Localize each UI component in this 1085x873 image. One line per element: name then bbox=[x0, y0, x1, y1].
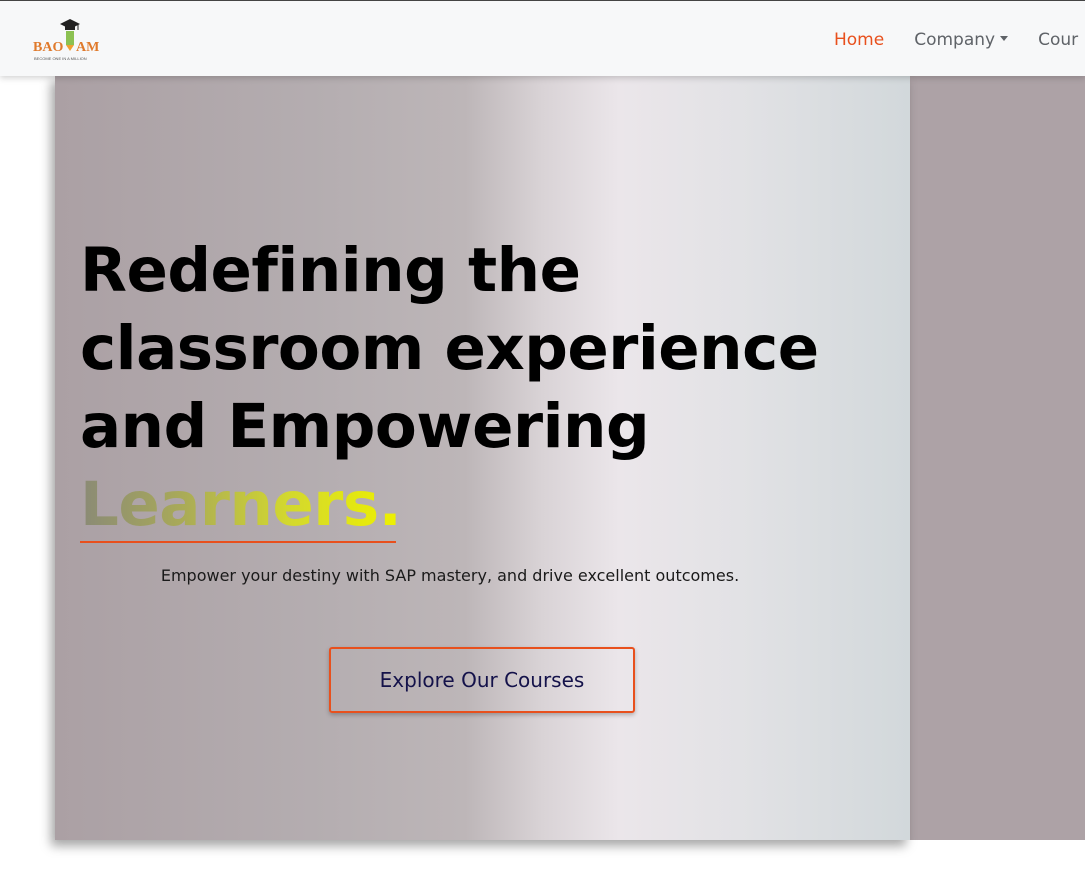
hero-section: Redefining the classroom experience and … bbox=[55, 75, 910, 840]
top-navbar: BAO AM BECOME ONE IN A MILLION Home Comp… bbox=[0, 0, 1085, 76]
main-nav: Home Company Cour bbox=[834, 29, 1085, 51]
hero-subtitle: Empower your destiny with SAP mastery, a… bbox=[160, 566, 740, 585]
explore-courses-button[interactable]: Explore Our Courses bbox=[329, 647, 635, 713]
caret-down-icon bbox=[1000, 35, 1009, 41]
nav-company-label: Company bbox=[914, 30, 996, 50]
nav-company[interactable]: Company bbox=[914, 29, 1009, 51]
hero-side-panel bbox=[910, 75, 1085, 840]
nav-courses[interactable]: Cour bbox=[1038, 29, 1078, 51]
brand-logo[interactable]: BAO AM BECOME ONE IN A MILLION bbox=[32, 17, 104, 63]
svg-text:AM: AM bbox=[76, 40, 99, 55]
svg-text:BAO: BAO bbox=[33, 40, 63, 55]
svg-text:BECOME ONE IN A MILLION: BECOME ONE IN A MILLION bbox=[34, 56, 87, 61]
headline-line-3: and Empowering bbox=[80, 391, 650, 462]
graduation-cap-icon: BAO AM BECOME ONE IN A MILLION bbox=[33, 19, 99, 61]
headline-highlight: Learners. bbox=[80, 466, 402, 544]
nav-home[interactable]: Home bbox=[834, 29, 884, 51]
headline-line-1: Redefining the bbox=[80, 235, 581, 306]
hero-headline: Redefining the classroom experience and … bbox=[80, 232, 910, 544]
headline-underline bbox=[80, 541, 396, 543]
headline-line-2: classroom experience bbox=[80, 313, 819, 384]
